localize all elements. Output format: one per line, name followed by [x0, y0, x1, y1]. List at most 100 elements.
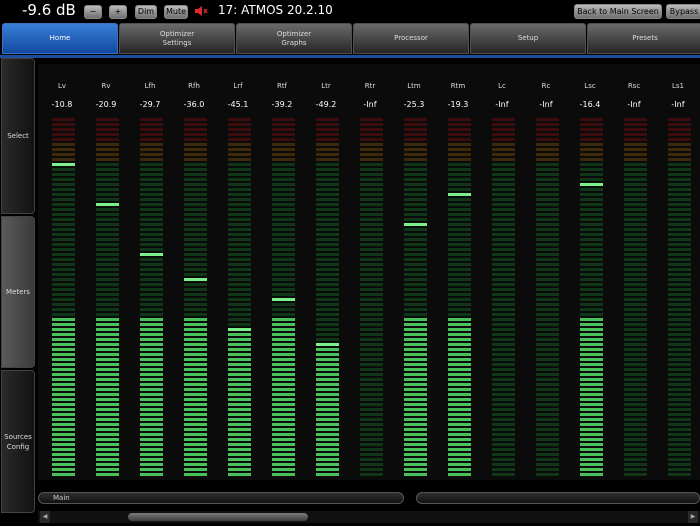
meter-segment [360, 378, 383, 381]
meter-segment [448, 398, 471, 401]
meter-segment [624, 473, 647, 476]
main-slot[interactable]: Main [38, 492, 404, 504]
meter-segment [536, 408, 559, 411]
meter-segment [624, 338, 647, 341]
meter-segment [492, 253, 515, 256]
meter-segment [184, 318, 207, 321]
meter-segment [140, 333, 163, 336]
sidebar-item-meters[interactable]: Meters [1, 216, 35, 368]
meter-segment [404, 353, 427, 356]
meter-segment [404, 163, 427, 166]
meter-segment [272, 168, 295, 171]
scroll-left-arrow-icon[interactable]: ◀ [40, 511, 50, 523]
meter-segment [624, 168, 647, 171]
meter-segment [580, 258, 603, 261]
tab-home[interactable]: Home [2, 23, 118, 54]
meter-segment [624, 408, 647, 411]
meter-segment [492, 188, 515, 191]
sidebar-item-select[interactable]: Select [1, 58, 35, 214]
meter-segment [580, 463, 603, 466]
sidebar-item-sources-config[interactable]: Sources Config [1, 370, 35, 513]
meter-segment [580, 148, 603, 151]
meter-segment [140, 243, 163, 246]
meter-segment [228, 253, 251, 256]
volume-down-button[interactable]: − [84, 5, 102, 19]
meter-segment [360, 438, 383, 441]
meter-segment [96, 473, 119, 476]
tab-setup[interactable]: Setup [470, 23, 586, 54]
meter-segment [316, 253, 339, 256]
meter-segment [448, 253, 471, 256]
meter-segment [492, 418, 515, 421]
meter-segment [140, 403, 163, 406]
meter-segment [228, 298, 251, 301]
meter-segment [448, 243, 471, 246]
meter-segment [52, 123, 75, 126]
meter-segment [624, 133, 647, 136]
meter-segment [316, 283, 339, 286]
meter-segment [96, 373, 119, 376]
tab-optimizer-settings[interactable]: Optimizer Settings [119, 23, 235, 54]
meter-segment [184, 358, 207, 361]
meter-segment [448, 283, 471, 286]
meter-segment [184, 343, 207, 346]
secondary-slot[interactable] [416, 492, 700, 504]
meter-segment [52, 253, 75, 256]
meter-bar [536, 118, 559, 478]
meter-channel: Rtr -Inf [350, 64, 390, 480]
meter-segment [448, 403, 471, 406]
meter-segment [360, 213, 383, 216]
meter-bar [184, 118, 207, 478]
meter-segment [316, 153, 339, 156]
meter-channel: Rfh -36.0 [174, 64, 214, 480]
meter-segment [96, 173, 119, 176]
meter-segment [184, 428, 207, 431]
meter-segment [184, 248, 207, 251]
meter-bar [96, 118, 119, 478]
meter-segment [624, 308, 647, 311]
meter-segment [272, 153, 295, 156]
meter-segment [492, 223, 515, 226]
meter-segment [96, 258, 119, 261]
tab-optimizer-graphs[interactable]: Optimizer Graphs [236, 23, 352, 54]
tab-processor[interactable]: Processor [353, 23, 469, 54]
meter-channel-name: Ltr [321, 82, 331, 90]
horizontal-scrollbar[interactable]: ◀ ▶ [38, 511, 700, 523]
tab-presets[interactable]: Presets [587, 23, 700, 54]
mute-button[interactable]: Mute [164, 5, 188, 19]
meter-segment [536, 143, 559, 146]
meter-segment [580, 173, 603, 176]
scroll-right-arrow-icon[interactable]: ▶ [688, 511, 698, 523]
meter-segment [360, 148, 383, 151]
meter-segment [316, 133, 339, 136]
meter-segment [404, 403, 427, 406]
meter-segment [228, 188, 251, 191]
meter-segment [184, 363, 207, 366]
meter-segment [624, 163, 647, 166]
meter-segment [96, 408, 119, 411]
meter-segment [96, 323, 119, 326]
meter-segment [184, 438, 207, 441]
meter-segment [184, 443, 207, 446]
meter-segment [96, 403, 119, 406]
scroll-thumb[interactable] [128, 513, 308, 521]
meter-segment [580, 283, 603, 286]
meter-segment [316, 338, 339, 341]
meter-segment [360, 383, 383, 386]
meter-segment [668, 343, 691, 346]
meter-segment [448, 473, 471, 476]
bypass-button[interactable]: Bypass [666, 4, 700, 19]
meter-segment [448, 438, 471, 441]
volume-up-button[interactable]: + [109, 5, 127, 19]
meter-segment [228, 218, 251, 221]
meter-segment [96, 348, 119, 351]
meter-segment [52, 303, 75, 306]
back-to-main-button[interactable]: Back to Main Screen [574, 4, 662, 19]
dim-button[interactable]: Dim [135, 5, 157, 19]
meter-segment [580, 178, 603, 181]
meter-segment [404, 173, 427, 176]
meter-segment [448, 303, 471, 306]
meter-segment [140, 313, 163, 316]
meter-segment [228, 138, 251, 141]
meter-segment [492, 433, 515, 436]
